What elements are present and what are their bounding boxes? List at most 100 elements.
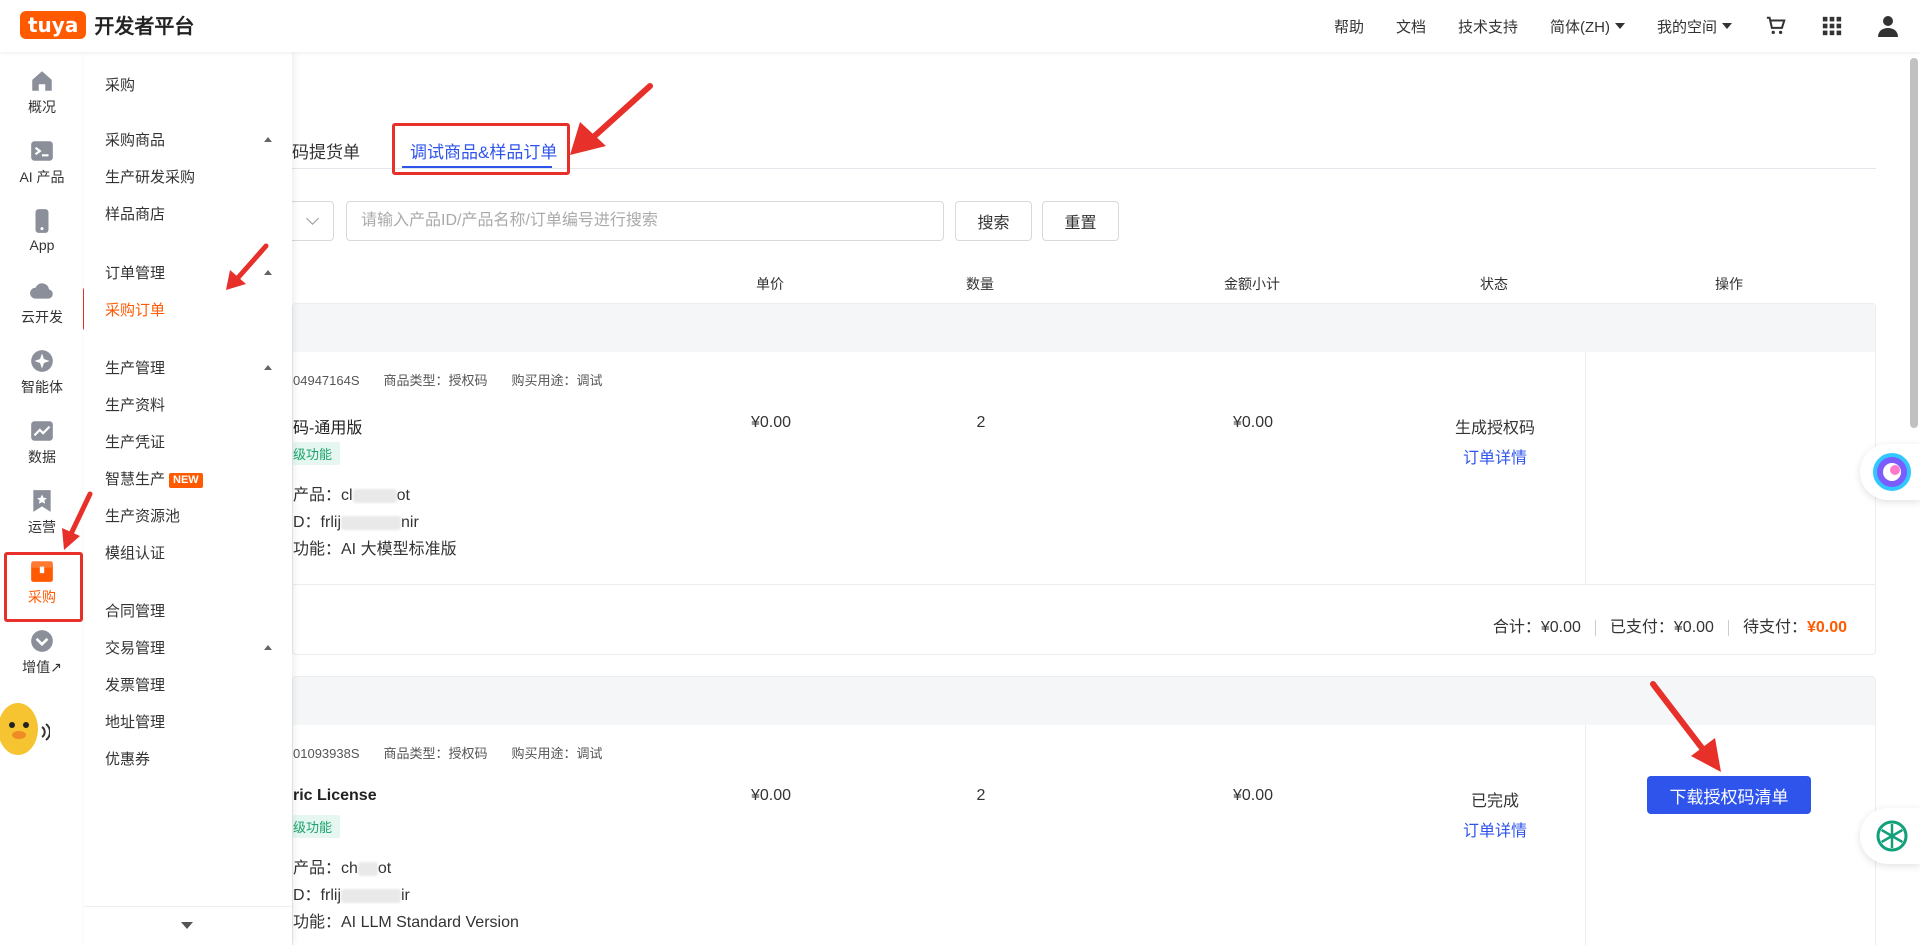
submenu-group-contract-mgmt[interactable]: 合同管理 (105, 600, 272, 621)
highlight-box-tab (392, 123, 570, 175)
product-label: 产品：ch (293, 860, 358, 877)
search-button[interactable]: 搜索 (955, 201, 1032, 241)
purchase-submenu: 采购 采购商品 生产研发采购 样品商店 订单管理 采购订单 生产管理 生产资料 … (84, 52, 292, 945)
caret-up-icon (264, 270, 272, 275)
ai-assistant-button[interactable] (1860, 444, 1920, 500)
cloud-icon (30, 283, 53, 299)
submenu-item-purchase-order[interactable]: 采购订单 (105, 299, 165, 320)
order-meta: 04947164S 商品类型：授权码 购买用途：调试 (293, 370, 627, 389)
download-license-list-button[interactable]: 下载授权码清单 (1647, 776, 1811, 814)
separator (1727, 619, 1729, 636)
sidebar-label: AI 产品 (19, 169, 65, 185)
paid-amount: 已支付：¥0.00 (1609, 619, 1714, 636)
nav-help[interactable]: 帮助 (1334, 16, 1364, 37)
product-tail: ot (396, 487, 410, 504)
product-line: 产品：ch ot (293, 854, 391, 878)
row-divider (293, 584, 1875, 585)
caret-down-icon (1614, 23, 1625, 29)
submenu-group-purchase-goods[interactable]: 采购商品 (105, 129, 272, 150)
feature-line: 功能：AI LLM Standard Version (293, 914, 519, 931)
sidebar-item-agent[interactable]: 智能体 (0, 348, 84, 397)
home-icon (32, 71, 52, 91)
sidebar-label: 数据 (28, 449, 56, 465)
id-line: D：frlij ir (293, 881, 410, 905)
my-space-menu[interactable]: 我的空间 (1657, 16, 1732, 37)
apps-grid-icon[interactable] (1820, 14, 1844, 38)
group-label: 合同管理 (105, 603, 166, 620)
due-label: 待支付： (1742, 619, 1807, 636)
submenu-item-smart-production[interactable]: 智慧生产 NEW (105, 468, 203, 489)
sidebar-label: 运营 (28, 519, 56, 535)
submenu-item-production-voucher[interactable]: 生产凭证 (105, 431, 165, 452)
submenu-item-resource-pool[interactable]: 生产资源池 (105, 505, 180, 526)
scrollbar[interactable] (1910, 58, 1918, 428)
sidebar-item-app[interactable]: App (0, 208, 84, 253)
submenu-collapse-icon[interactable] (181, 922, 193, 929)
order-detail-link[interactable]: 订单详情 (1463, 444, 1527, 468)
highlight-box-purchase (4, 552, 83, 622)
separator (1594, 619, 1596, 636)
submenu-group-production-mgmt[interactable]: 生产管理 (105, 357, 272, 378)
product-type: 商品类型：授权码 (383, 746, 488, 761)
product-name: 码-通用版 (293, 420, 363, 437)
sidebar-label: 智能体 (21, 379, 63, 395)
chatbot-button[interactable] (1860, 808, 1920, 864)
submenu-item-module-cert[interactable]: 模组认证 (105, 542, 165, 563)
total-amount: 合计：¥0.00 (1492, 619, 1581, 636)
sidebar-item-data[interactable]: 数据 (0, 418, 84, 467)
new-badge: NEW (169, 472, 203, 488)
status: 已完成 (1470, 793, 1520, 810)
subtotal: ¥0.00 (1232, 414, 1274, 431)
submenu-item-address[interactable]: 地址管理 (105, 711, 165, 732)
sidebar-item-ai-product[interactable]: AI 产品 (0, 138, 84, 187)
column-status: 状态 (1480, 276, 1508, 292)
nav-docs[interactable]: 文档 (1396, 16, 1426, 37)
sidebar-item-cloud[interactable]: 云开发 (0, 278, 84, 327)
agent-icon (31, 350, 53, 372)
sidebar-item-value-added[interactable]: 增值↗ (0, 628, 84, 677)
search-input[interactable] (346, 201, 944, 241)
phone-icon (35, 209, 49, 233)
submenu-item-invoice[interactable]: 发票管理 (105, 674, 165, 695)
submenu-title: 采购 (105, 77, 136, 94)
column-quantity: 数量 (966, 276, 994, 292)
redacted (341, 515, 401, 530)
due-amount: ¥0.00 (1806, 619, 1847, 636)
product-label: 产品：cl (293, 487, 353, 504)
feature-tag: 级功能 (293, 815, 341, 838)
id-label: D：frlij (293, 514, 341, 531)
mascot-image[interactable] (0, 697, 51, 762)
column-unit-price: 单价 (756, 276, 784, 292)
user-avatar-icon[interactable] (1876, 14, 1900, 38)
tuya-logo[interactable]: tuya 开发者平台 (20, 10, 194, 39)
cart-icon[interactable] (1764, 14, 1788, 38)
order-detail-link[interactable]: 订单详情 (1463, 817, 1527, 841)
reset-button[interactable]: 重置 (1042, 201, 1119, 241)
submenu-group-order-mgmt[interactable]: 订单管理 (105, 262, 272, 283)
star-icon (33, 490, 51, 512)
product-tail: ot (377, 860, 392, 877)
order-meta: 01093938S 商品类型：授权码 购买用途：调试 (293, 743, 627, 762)
submenu-item-coupon[interactable]: 优惠券 (105, 748, 150, 769)
column-divider (1585, 352, 1586, 584)
sidebar-item-operation[interactable]: 运营 (0, 488, 84, 537)
submenu-item-sample-store[interactable]: 样品商店 (105, 203, 165, 224)
filter-select[interactable] (292, 201, 334, 241)
submenu-item-rd-purchase[interactable]: 生产研发采购 (105, 166, 195, 187)
platform-name: 开发者平台 (94, 16, 195, 38)
sidebar-label: App (29, 237, 55, 253)
tab-code-delivery[interactable]: 码提货单 (292, 138, 360, 163)
column-subtotal: 金额小计 (1224, 276, 1280, 292)
sidebar-item-overview[interactable]: 概况 (0, 68, 84, 117)
unit-price: ¥0.00 (750, 414, 792, 431)
redacted (352, 488, 397, 503)
feature-line: 功能：AI 大模型标准版 (293, 541, 457, 558)
submenu-item-production-material[interactable]: 生产资料 (105, 394, 165, 415)
chart-icon (31, 421, 53, 441)
submenu-group-trade-mgmt[interactable]: 交易管理 (105, 637, 272, 658)
top-header: tuya 开发者平台 帮助 文档 技术支持 简体(ZH) 我的空间 (0, 0, 1920, 52)
nav-support[interactable]: 技术支持 (1458, 16, 1518, 37)
sidebar-label: 增值↗ (0, 657, 84, 677)
language-select[interactable]: 简体(ZH) (1550, 16, 1625, 37)
top-nav: 帮助 文档 技术支持 简体(ZH) 我的空间 (1302, 0, 1900, 52)
